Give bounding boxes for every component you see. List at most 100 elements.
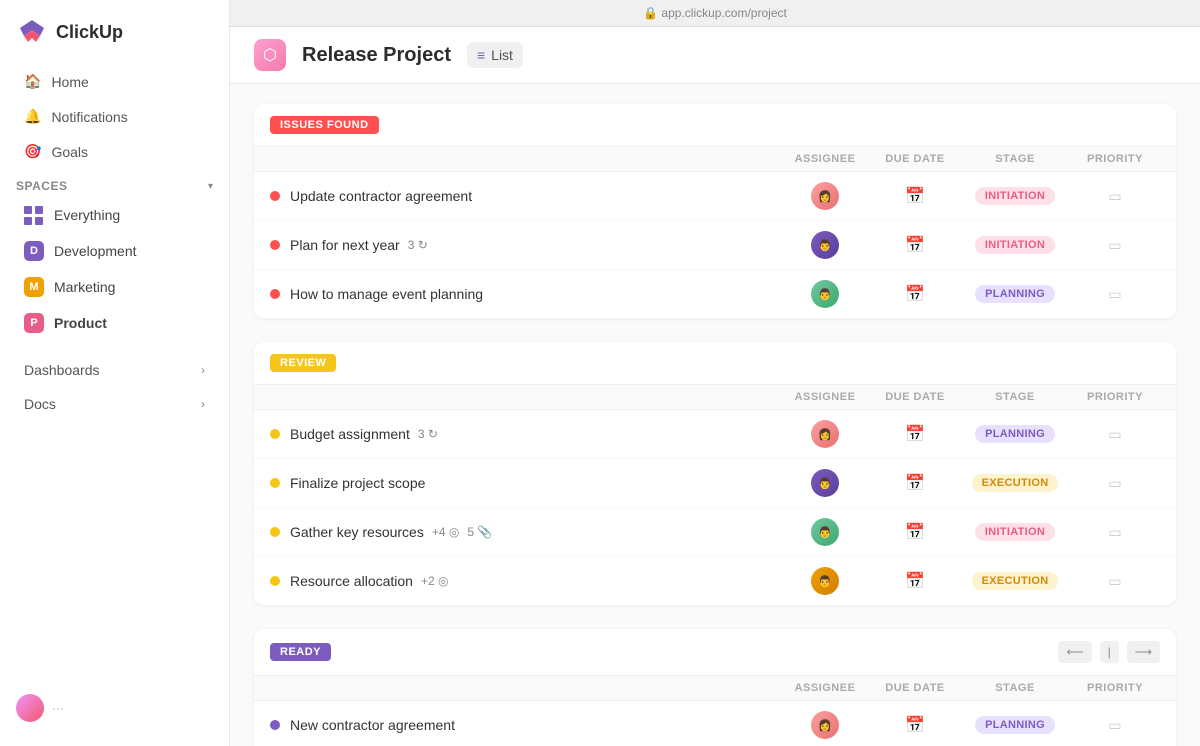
- col-assignee-label: ASSIGNEE: [780, 153, 870, 165]
- table-row[interactable]: Gather key resources +4 ◎ 5 📎 👨 📅 INITIA…: [254, 508, 1176, 557]
- main-content: 🔒 app.clickup.com/project ⬡ Release Proj…: [230, 0, 1200, 746]
- home-icon: 🏠: [24, 73, 41, 90]
- priority-icon: ▭: [1108, 524, 1121, 541]
- col-priority-label: PRIORITY: [1070, 682, 1160, 694]
- marketing-icon: M: [24, 277, 44, 297]
- sidebar-item-development-label: Development: [54, 243, 137, 259]
- task-extra-count: +4 ◎: [432, 525, 460, 539]
- group-issues-found-header: ISSUES FOUND: [254, 104, 1176, 147]
- sidebar-item-notifications[interactable]: 🔔 Notifications: [8, 100, 221, 133]
- sidebar-item-everything-label: Everything: [54, 207, 120, 223]
- clickup-logo-icon: [16, 16, 48, 48]
- task-name-text: Budget assignment: [290, 426, 410, 442]
- priority-icon: ▭: [1108, 717, 1121, 734]
- logo-text: ClickUp: [56, 22, 123, 43]
- sidebar-item-docs[interactable]: Docs ›: [8, 388, 221, 420]
- content-area: ISSUES FOUND ASSIGNEE DUE DATE STAGE PRI…: [230, 84, 1200, 746]
- table-row[interactable]: Update contractor agreement 👩 📅 INITIATI…: [254, 172, 1176, 221]
- group-ready-header: READY ⟵ | ⟶: [254, 629, 1176, 676]
- user-avatar[interactable]: [16, 694, 44, 722]
- spaces-chevron-icon[interactable]: ▾: [208, 181, 213, 192]
- sidebar-item-docs-label: Docs: [24, 396, 56, 412]
- priority-cell: ▭: [1070, 573, 1160, 590]
- priority-icon: ▭: [1108, 286, 1121, 303]
- task-name: Gather key resources +4 ◎ 5 📎: [290, 524, 780, 540]
- sidebar-item-goals[interactable]: 🎯 Goals: [8, 135, 221, 168]
- col-priority-label: PRIORITY: [1070, 153, 1160, 165]
- project-icon: ⬡: [254, 39, 286, 71]
- calendar-icon: 📅: [905, 284, 925, 304]
- avatar: 👨: [811, 518, 839, 546]
- stage-cell: EXECUTION: [960, 572, 1070, 590]
- task-priority-dot: [270, 478, 280, 488]
- assignee-cell: 👨: [780, 280, 870, 308]
- sidebar-item-goals-label: Goals: [51, 144, 88, 160]
- sidebar-item-marketing-label: Marketing: [54, 279, 115, 295]
- task-name: Plan for next year 3 ↻: [290, 237, 780, 253]
- table-row[interactable]: Finalize project scope 👨 📅 EXECUTION ▭: [254, 459, 1176, 508]
- toolbar-btn-separator: |: [1100, 641, 1119, 663]
- spaces-label: Spaces: [16, 179, 67, 193]
- sidebar-item-development[interactable]: D Development: [8, 234, 221, 268]
- group-review-header: REVIEW: [254, 342, 1176, 385]
- group-ready-badge: READY: [270, 643, 331, 661]
- sidebar-item-dashboards[interactable]: Dashboards ›: [8, 354, 221, 386]
- sidebar-item-product[interactable]: P Product: [8, 306, 221, 340]
- table-row[interactable]: Resource allocation +2 ◎ 👨 📅 EXECUTION ▭: [254, 557, 1176, 605]
- table-row[interactable]: How to manage event planning 👨 📅 PLANNIN…: [254, 270, 1176, 318]
- stage-badge: EXECUTION: [972, 474, 1059, 492]
- product-icon: P: [24, 313, 44, 333]
- task-priority-dot: [270, 429, 280, 439]
- group-ready: READY ⟵ | ⟶ ASSIGNEE DUE DATE STAGE PRIO…: [254, 629, 1176, 746]
- duedate-cell: 📅: [870, 186, 960, 206]
- col-headers-issues: ASSIGNEE DUE DATE STAGE PRIORITY: [254, 147, 1176, 172]
- task-name: Finalize project scope: [290, 475, 780, 491]
- group-toolbar: ⟵ | ⟶: [1058, 641, 1160, 663]
- avatar: 👩: [811, 711, 839, 739]
- priority-cell: ▭: [1070, 426, 1160, 443]
- task-name: Budget assignment 3 ↻: [290, 426, 780, 442]
- task-extra-count: +2 ◎: [421, 574, 449, 588]
- topbar: ⬡ Release Project ≡ List: [230, 27, 1200, 84]
- duedate-cell: 📅: [870, 284, 960, 304]
- group-issues-found-badge: ISSUES FOUND: [270, 116, 379, 134]
- logo: ClickUp: [0, 16, 229, 64]
- user-status: ···: [52, 701, 64, 715]
- task-priority-dot: [270, 527, 280, 537]
- view-selector[interactable]: ≡ List: [467, 42, 523, 68]
- duedate-cell: 📅: [870, 235, 960, 255]
- assignee-cell: 👩: [780, 182, 870, 210]
- col-assignee-label: ASSIGNEE: [780, 391, 870, 403]
- task-name-text: Finalize project scope: [290, 475, 425, 491]
- task-priority-dot: [270, 576, 280, 586]
- task-name: Update contractor agreement: [290, 188, 780, 204]
- priority-icon: ▭: [1108, 237, 1121, 254]
- calendar-icon: 📅: [905, 715, 925, 735]
- stage-badge: PLANNING: [975, 425, 1055, 443]
- avatar: 👨: [811, 280, 839, 308]
- priority-cell: ▭: [1070, 524, 1160, 541]
- duedate-cell: 📅: [870, 424, 960, 444]
- col-stage-label: STAGE: [960, 682, 1070, 694]
- dashboards-chevron-icon: ›: [201, 363, 205, 377]
- sidebar-item-marketing[interactable]: M Marketing: [8, 270, 221, 304]
- col-assignee-label: ASSIGNEE: [780, 682, 870, 694]
- table-row[interactable]: Budget assignment 3 ↻ 👩 📅 PLANNING ▭: [254, 410, 1176, 459]
- priority-cell: ▭: [1070, 188, 1160, 205]
- everything-icon: [24, 205, 44, 225]
- stage-cell: EXECUTION: [960, 474, 1070, 492]
- task-priority-dot: [270, 289, 280, 299]
- sidebar-item-everything[interactable]: Everything: [8, 198, 221, 232]
- stage-cell: INITIATION: [960, 523, 1070, 541]
- sidebar-item-home[interactable]: 🏠 Home: [8, 65, 221, 98]
- toolbar-btn-left[interactable]: ⟵: [1058, 641, 1091, 663]
- table-row[interactable]: New contractor agreement 👩 📅 PLANNING ▭: [254, 701, 1176, 746]
- toolbar-btn-right[interactable]: ⟶: [1127, 641, 1160, 663]
- group-issues-found: ISSUES FOUND ASSIGNEE DUE DATE STAGE PRI…: [254, 104, 1176, 318]
- calendar-icon: 📅: [905, 571, 925, 591]
- task-attachment-count: 5 📎: [467, 525, 492, 539]
- assignee-cell: 👩: [780, 711, 870, 739]
- table-row[interactable]: Plan for next year 3 ↻ 👨 📅 INITIATION ▭: [254, 221, 1176, 270]
- stage-badge: INITIATION: [975, 523, 1055, 541]
- col-duedate-label: DUE DATE: [870, 682, 960, 694]
